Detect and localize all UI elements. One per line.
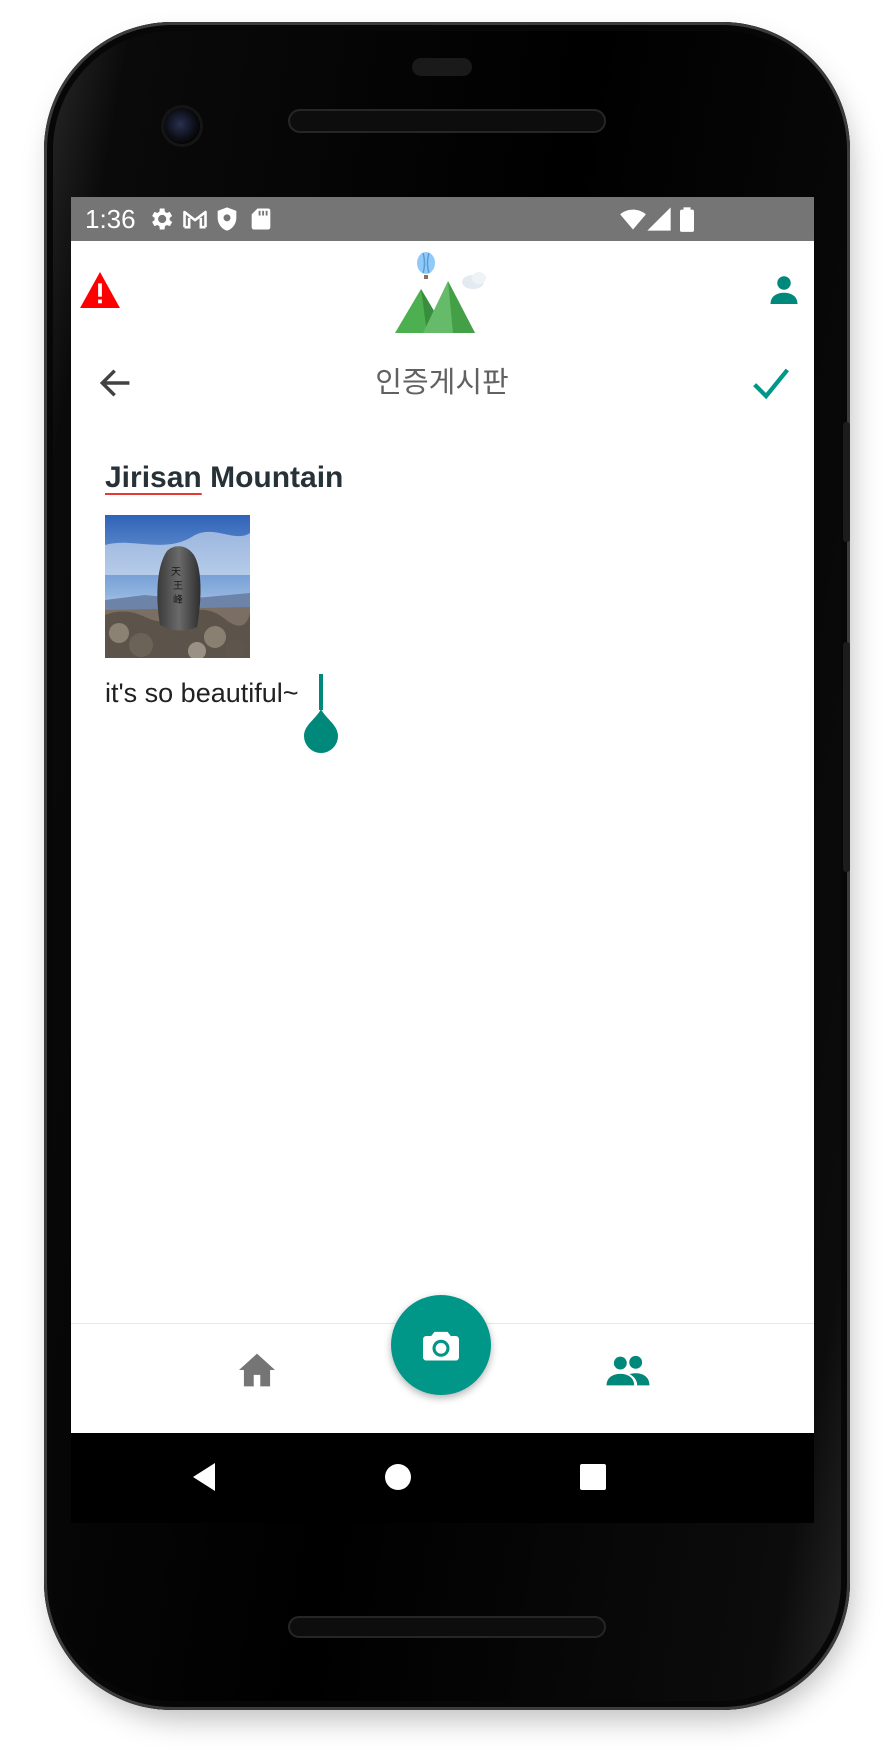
home-icon[interactable] — [237, 1352, 277, 1388]
camera-icon — [423, 1331, 459, 1361]
sub-header: 인증게시판 — [71, 339, 814, 425]
summit-stone-photo[interactable]: 天 王 峰 — [105, 515, 250, 658]
sd-card-icon — [251, 208, 271, 230]
app-bar — [71, 241, 814, 340]
settings-icon — [152, 208, 173, 230]
cursor-handle[interactable] — [302, 709, 340, 753]
gmail-icon — [183, 210, 207, 229]
cell-signal-icon — [647, 207, 671, 231]
back-arrow-icon[interactable] — [96, 364, 134, 402]
volume-button — [843, 642, 850, 872]
camera-button[interactable] — [391, 1295, 491, 1395]
post-body-input[interactable]: it's so beautiful~ — [105, 673, 299, 713]
svg-text:王: 王 — [173, 581, 183, 592]
back-triangle-icon[interactable] — [183, 1455, 227, 1499]
post-title[interactable]: Jirisan Mountain — [105, 457, 343, 499]
warning-icon[interactable] — [79, 271, 121, 309]
post-title-word-2: Mountain — [210, 461, 344, 494]
top-earpiece — [412, 58, 472, 76]
home-circle-icon[interactable] — [376, 1455, 420, 1499]
bottom-speaker — [288, 1616, 606, 1638]
top-speaker — [288, 109, 606, 133]
system-navigation-bar — [71, 1433, 814, 1523]
power-button — [843, 422, 850, 542]
svg-text:天: 天 — [171, 567, 181, 578]
text-cursor — [319, 674, 323, 710]
profile-icon[interactable] — [766, 271, 802, 307]
recents-square-icon[interactable] — [571, 1455, 615, 1499]
check-icon[interactable] — [751, 365, 791, 401]
phone-screen: 1:36 인증게시판 Jirisan Mountain 天 王 峰 it's s… — [71, 197, 814, 1433]
mountain-balloon-logo — [395, 252, 486, 333]
battery-icon — [680, 207, 694, 232]
shield-icon — [217, 207, 237, 231]
page-title: 인증게시판 — [375, 367, 509, 399]
svg-text:峰: 峰 — [173, 594, 183, 606]
wifi-icon — [620, 209, 646, 230]
post-title-word-1: Jirisan — [105, 461, 202, 494]
front-camera — [164, 108, 200, 144]
community-icon[interactable] — [605, 1354, 651, 1386]
status-bar: 1:36 — [71, 197, 814, 241]
status-time: 1:36 — [85, 204, 136, 234]
